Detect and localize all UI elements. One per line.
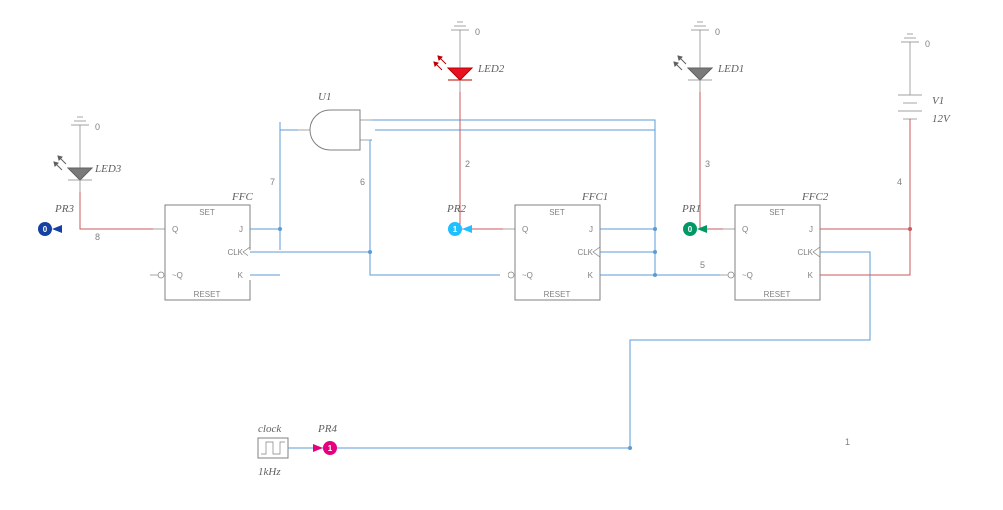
component-ffc2[interactable]: SET RESET J CLK K Q ~Q FFC2 — [720, 191, 829, 300]
v1-value: 12V — [932, 113, 951, 125]
v1-ref: V1 — [932, 95, 944, 107]
svg-text:SET: SET — [769, 208, 785, 217]
svg-text:Q: Q — [522, 225, 528, 234]
component-ffc1[interactable]: SET RESET J CLK K Q ~Q FFC1 — [500, 191, 608, 300]
svg-text:CLK: CLK — [797, 248, 813, 257]
ground-led1: 0 — [691, 22, 720, 45]
schematic-canvas: SET RESET J CLK K Q ~Q FFC SET RESET J C… — [0, 0, 1003, 510]
svg-text:J: J — [809, 225, 813, 234]
component-ffc[interactable]: SET RESET J CLK K Q ~Q FFC — [150, 191, 253, 300]
svg-text:J: J — [589, 225, 593, 234]
ffc1-ref: FFC1 — [581, 191, 608, 203]
svg-text:RESET: RESET — [764, 290, 791, 299]
svg-text:0: 0 — [688, 225, 693, 234]
net-4: 4 — [897, 177, 902, 187]
svg-text:0: 0 — [95, 122, 100, 132]
pr2-ref: PR2 — [446, 203, 466, 215]
pr1-ref: PR1 — [681, 203, 701, 215]
net-3: 3 — [705, 159, 710, 169]
ffc-nq-label: ~Q — [172, 271, 183, 280]
component-led2[interactable]: LED2 — [434, 56, 505, 92]
ffc-ref: FFC — [231, 191, 253, 203]
component-led1[interactable]: LED1 — [674, 56, 744, 92]
component-led3[interactable]: LED3 — [54, 156, 122, 192]
net-8: 8 — [95, 232, 100, 242]
ffc-set-label: SET — [199, 208, 215, 217]
net-7: 7 — [270, 177, 275, 187]
u1-ref: U1 — [318, 91, 331, 103]
svg-text:0: 0 — [475, 27, 480, 37]
probe-pr1[interactable]: 0 PR1 — [681, 203, 707, 236]
net-2: 2 — [465, 159, 470, 169]
ffc-q-label: Q — [172, 225, 178, 234]
net-6: 6 — [360, 177, 365, 187]
ffc-k-label: K — [238, 271, 244, 280]
svg-text:~Q: ~Q — [522, 271, 533, 280]
svg-text:0: 0 — [43, 225, 48, 234]
probe-pr3[interactable]: 0 PR3 — [38, 203, 74, 236]
ffc-clk-label: CLK — [227, 248, 243, 257]
svg-text:RESET: RESET — [544, 290, 571, 299]
component-clock[interactable]: clock 1kHz — [258, 423, 288, 478]
net-1: 1 — [845, 437, 850, 447]
led1-ref: LED1 — [717, 63, 744, 75]
svg-text:~Q: ~Q — [742, 271, 753, 280]
clock-ref: clock — [258, 423, 282, 435]
svg-text:CLK: CLK — [577, 248, 593, 257]
svg-text:K: K — [588, 271, 594, 280]
svg-text:K: K — [808, 271, 814, 280]
led2-ref: LED2 — [477, 63, 505, 75]
ffc2-ref: FFC2 — [801, 191, 829, 203]
led3-ref: LED3 — [94, 163, 122, 175]
svg-text:1: 1 — [328, 444, 333, 453]
probe-pr2[interactable]: 1 PR2 — [446, 203, 472, 236]
pr3-ref: PR3 — [54, 203, 74, 215]
ground-led3: 0 — [71, 117, 100, 140]
svg-text:1: 1 — [453, 225, 458, 234]
ground-v1: 0 — [901, 34, 930, 57]
ffc-j-label: J — [239, 225, 243, 234]
svg-text:Q: Q — [742, 225, 748, 234]
component-v1[interactable]: V1 12V — [898, 57, 951, 125]
ffc-reset-label: RESET — [194, 290, 221, 299]
svg-text:0: 0 — [715, 27, 720, 37]
net-5: 5 — [700, 260, 705, 270]
svg-text:SET: SET — [549, 208, 565, 217]
ground-led2: 0 — [451, 22, 480, 45]
pr4-ref: PR4 — [317, 423, 337, 435]
svg-text:0: 0 — [925, 39, 930, 49]
clock-value: 1kHz — [258, 466, 281, 478]
probe-pr4[interactable]: 1 PR4 — [313, 423, 337, 455]
